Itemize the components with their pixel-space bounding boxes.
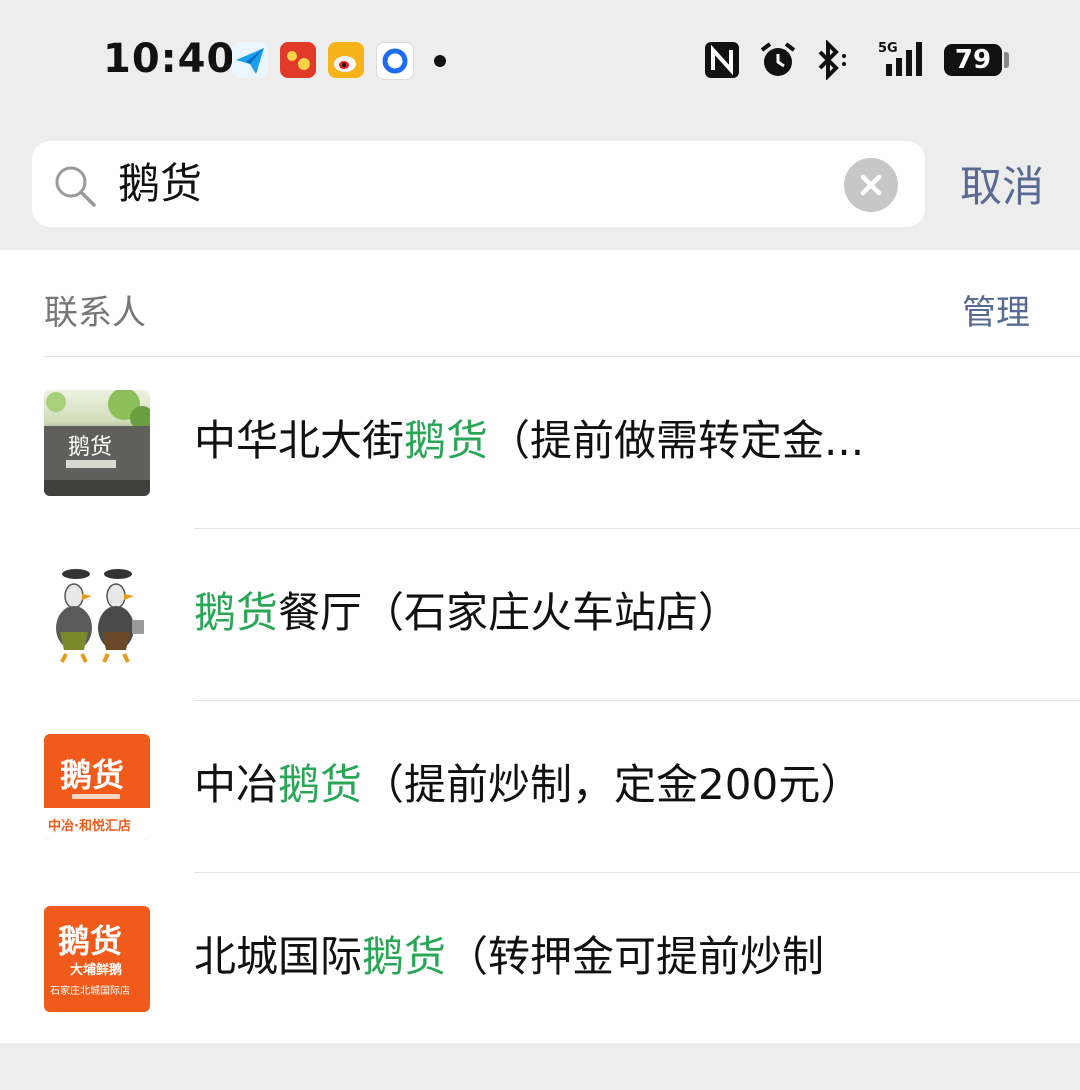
avatar: 鹅货 大埔鲜鹅 石家庄北城国际店 bbox=[44, 906, 150, 1012]
manage-button[interactable]: 管理 bbox=[962, 285, 1030, 334]
status-time: 10:40 bbox=[103, 36, 236, 82]
blue-circle-app-icon bbox=[376, 42, 414, 80]
avatar: 鹅货 bbox=[44, 390, 150, 496]
clear-search-button[interactable] bbox=[844, 158, 898, 212]
search-results-panel: 联系人 管理 鹅货 中华北大街鹅货（提前做需转定金... 鹅货餐厅（石家庄火车站… bbox=[0, 250, 1080, 1043]
avatar-store-text: 中冶·和悦汇店 bbox=[48, 818, 131, 834]
contact-name: 中冶鹅货（提前炒制，定金200元） bbox=[194, 756, 862, 814]
avatar-logo-text: 鹅货 bbox=[58, 922, 122, 960]
avatar-store-text: 石家庄北城国际店 bbox=[50, 984, 130, 997]
search-field[interactable]: 鹅货 bbox=[32, 141, 925, 227]
contact-name-match: 鹅货 bbox=[404, 416, 489, 465]
contact-row[interactable]: 鹅货 大埔鲜鹅 石家庄北城国际店 北城国际鹅货（转押金可提前炒制 bbox=[0, 873, 1080, 1045]
red-app-icon bbox=[280, 42, 316, 78]
contact-row[interactable]: 鹅货 中冶·和悦汇店 中冶鹅货（提前炒制，定金200元） bbox=[0, 701, 1080, 873]
contact-row[interactable]: 鹅货 中华北大街鹅货（提前做需转定金... bbox=[0, 357, 1080, 529]
status-bar: 10:40 5G 79 bbox=[0, 0, 1080, 120]
network-type-label: 5G bbox=[878, 41, 898, 56]
contact-name-match: 鹅货 bbox=[362, 932, 447, 981]
weibo-icon bbox=[328, 42, 364, 78]
contact-name-suffix: （提前炒制，定金200元） bbox=[362, 760, 863, 809]
bluetooth-icon bbox=[812, 39, 852, 84]
contact-name: 北城国际鹅货（转押金可提前炒制 bbox=[194, 928, 824, 986]
contact-name: 中华北大街鹅货（提前做需转定金... bbox=[194, 412, 864, 470]
avatar-slogan-text: 大埔鲜鹅 bbox=[70, 962, 122, 978]
avatar-logo-text: 鹅货 bbox=[68, 435, 112, 460]
contact-row[interactable]: 鹅货餐厅（石家庄火车站店） bbox=[0, 529, 1080, 701]
avatar: 鹅货 中冶·和悦汇店 bbox=[44, 734, 150, 840]
search-icon bbox=[52, 163, 98, 213]
nfc-icon bbox=[703, 40, 741, 84]
paper-plane-icon bbox=[232, 42, 268, 78]
cancel-button[interactable]: 取消 bbox=[960, 160, 1044, 214]
contact-name-match: 鹅货 bbox=[194, 588, 279, 637]
avatar-logo-text: 鹅货 bbox=[60, 756, 124, 794]
contact-name-suffix: （提前做需转定金... bbox=[488, 416, 865, 465]
contact-name-match: 鹅货 bbox=[278, 760, 363, 809]
section-title-contacts: 联系人 bbox=[44, 293, 146, 333]
more-notifications-dot bbox=[434, 55, 446, 67]
battery-indicator: 79 bbox=[944, 44, 1002, 76]
search-input[interactable]: 鹅货 bbox=[118, 155, 202, 213]
battery-tip bbox=[1004, 52, 1009, 68]
avatar bbox=[44, 562, 150, 668]
contact-name: 鹅货餐厅（石家庄火车站店） bbox=[194, 584, 740, 642]
contact-name-prefix: 北城国际 bbox=[194, 932, 363, 981]
contact-name-suffix: （转押金可提前炒制 bbox=[446, 932, 825, 981]
contact-name-prefix: 中华北大街 bbox=[194, 416, 405, 465]
5g-signal-icon: 5G bbox=[862, 40, 932, 84]
alarm-icon bbox=[758, 40, 798, 84]
close-icon bbox=[860, 174, 882, 196]
contact-name-suffix: 餐厅（石家庄火车站店） bbox=[278, 588, 741, 637]
contact-name-prefix: 中冶 bbox=[194, 760, 279, 809]
